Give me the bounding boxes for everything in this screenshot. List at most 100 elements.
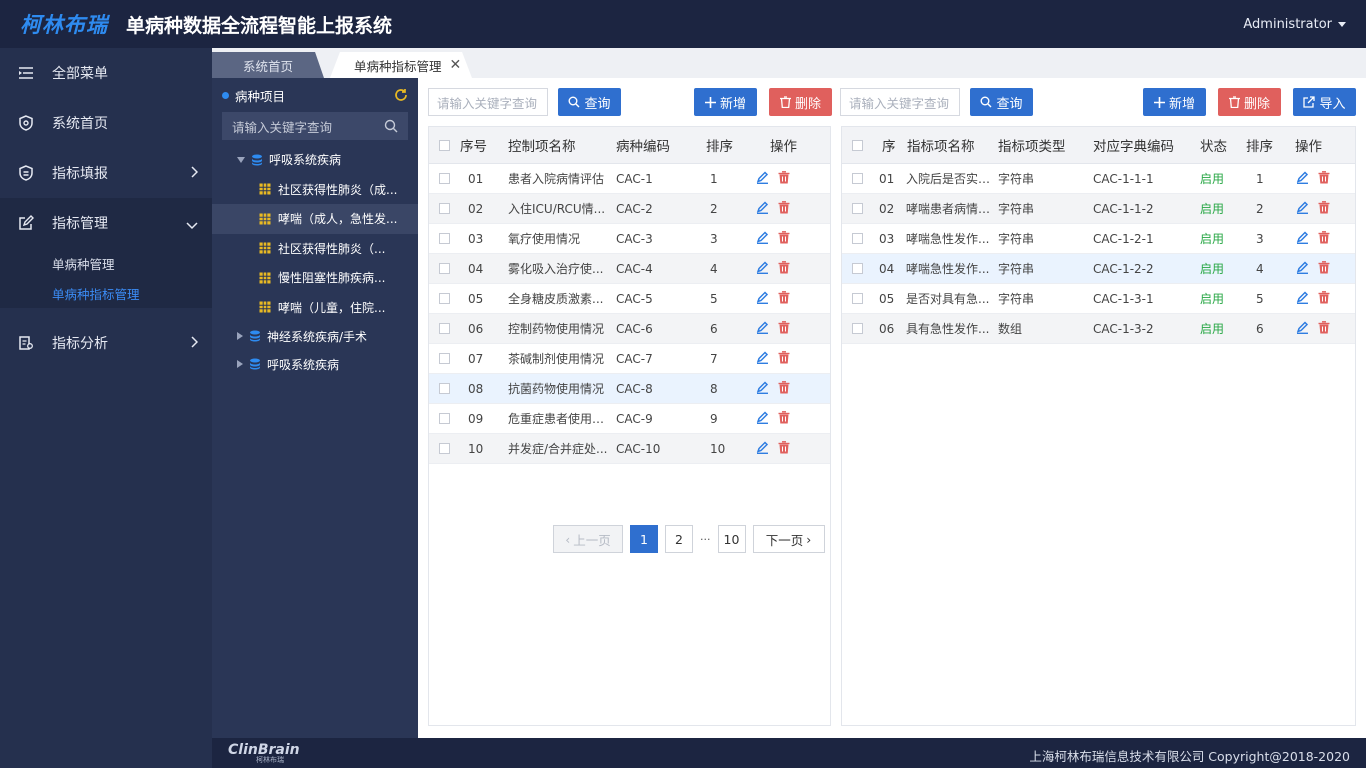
refresh-icon[interactable] bbox=[394, 88, 408, 105]
indicator-search-input[interactable]: 请输入关键字查询 bbox=[840, 88, 960, 116]
edit-icon[interactable] bbox=[1296, 320, 1309, 337]
tree-node-cap-child[interactable]: 社区获得性肺炎（... bbox=[212, 234, 418, 264]
delete-icon[interactable] bbox=[1318, 320, 1330, 337]
indicator-delete-button[interactable]: 删除 bbox=[1218, 88, 1281, 116]
caret-right-icon[interactable] bbox=[237, 332, 243, 340]
tree-node-asthma-adult[interactable]: 哮喘（成人，急性发... bbox=[212, 204, 418, 234]
edit-icon[interactable] bbox=[1296, 200, 1309, 217]
delete-icon[interactable] bbox=[778, 350, 790, 367]
tree-node-respiratory[interactable]: 呼吸系统疾病 bbox=[212, 145, 418, 175]
delete-icon[interactable] bbox=[778, 440, 790, 457]
delete-icon[interactable] bbox=[778, 200, 790, 217]
delete-icon[interactable] bbox=[778, 170, 790, 187]
indicator-import-button[interactable]: 导入 bbox=[1293, 88, 1356, 116]
edit-icon[interactable] bbox=[756, 260, 769, 277]
table-row[interactable]: 10 并发症/合并症处... CAC-10 10 bbox=[429, 434, 830, 464]
table-row[interactable]: 01 患者入院病情评估 CAC-1 1 bbox=[429, 164, 830, 194]
table-row[interactable]: 01 入院后是否实施... 字符串 CAC-1-1-1 启用 1 bbox=[842, 164, 1355, 194]
row-checkbox[interactable] bbox=[852, 233, 863, 244]
table-row[interactable]: 03 哮喘急性发作... 字符串 CAC-1-2-1 启用 3 bbox=[842, 224, 1355, 254]
table-row[interactable]: 06 控制药物使用情况 CAC-6 6 bbox=[429, 314, 830, 344]
table-row[interactable]: 04 雾化吸入治疗使... CAC-4 4 bbox=[429, 254, 830, 284]
control-delete-button[interactable]: 删除 bbox=[769, 88, 832, 116]
delete-icon[interactable] bbox=[1318, 200, 1330, 217]
delete-icon[interactable] bbox=[1318, 170, 1330, 187]
caret-right-icon[interactable] bbox=[237, 360, 243, 368]
row-checkbox[interactable] bbox=[439, 323, 450, 334]
row-checkbox[interactable] bbox=[439, 263, 450, 274]
row-checkbox[interactable] bbox=[852, 323, 863, 334]
table-row[interactable]: 05 全身糖皮质激素... CAC-5 5 bbox=[429, 284, 830, 314]
select-all-checkbox[interactable] bbox=[439, 139, 450, 151]
row-checkbox[interactable] bbox=[439, 233, 450, 244]
nav-item-indicator-manage[interactable]: 指标管理 bbox=[0, 198, 212, 248]
tree-node-asthma-child[interactable]: 哮喘（儿童，住院... bbox=[212, 293, 418, 323]
edit-icon[interactable] bbox=[756, 320, 769, 337]
delete-icon[interactable] bbox=[1318, 230, 1330, 247]
caret-down-icon[interactable] bbox=[237, 156, 245, 163]
nav-item-indicator-fill[interactable]: 指标填报 bbox=[0, 148, 212, 198]
edit-icon[interactable] bbox=[756, 350, 769, 367]
next-page-button[interactable]: 下一页 › bbox=[752, 525, 825, 553]
nav-sub-disease-indicator-manage[interactable]: 单病种指标管理 bbox=[0, 278, 212, 308]
row-checkbox[interactable] bbox=[852, 173, 863, 184]
table-row[interactable]: 02 哮喘患者病情严... 字符串 CAC-1-1-2 启用 2 bbox=[842, 194, 1355, 224]
table-row[interactable]: 04 哮喘急性发作... 字符串 CAC-1-2-2 启用 4 bbox=[842, 254, 1355, 284]
edit-icon[interactable] bbox=[1296, 170, 1309, 187]
tree-node-cap-adult[interactable]: 社区获得性肺炎（成... bbox=[212, 175, 418, 205]
tree-search-input[interactable]: 请输入关键字查询 bbox=[222, 112, 408, 140]
nav-item-indicator-analysis[interactable]: 指标分析 bbox=[0, 318, 212, 368]
table-row[interactable]: 03 氧疗使用情况 CAC-3 3 bbox=[429, 224, 830, 254]
control-query-button[interactable]: 查询 bbox=[558, 88, 621, 116]
table-row[interactable]: 05 是否对具有急... 字符串 CAC-1-3-1 启用 5 bbox=[842, 284, 1355, 314]
row-checkbox[interactable] bbox=[852, 293, 863, 304]
row-checkbox[interactable] bbox=[852, 203, 863, 214]
page-button[interactable]: 1 bbox=[630, 525, 658, 553]
tree-node-neuro[interactable]: 神经系统疾病/手术 bbox=[212, 322, 418, 350]
edit-icon[interactable] bbox=[1296, 230, 1309, 247]
delete-icon[interactable] bbox=[1318, 290, 1330, 307]
search-icon[interactable] bbox=[384, 119, 398, 136]
row-checkbox[interactable] bbox=[439, 383, 450, 394]
control-search-input[interactable]: 请输入关键字查询 bbox=[428, 88, 548, 116]
delete-icon[interactable] bbox=[778, 230, 790, 247]
control-add-button[interactable]: 新增 bbox=[694, 88, 757, 116]
tab-home[interactable]: 系统首页 bbox=[212, 52, 324, 78]
delete-icon[interactable] bbox=[778, 410, 790, 427]
delete-icon[interactable] bbox=[778, 380, 790, 397]
delete-icon[interactable] bbox=[778, 320, 790, 337]
edit-icon[interactable] bbox=[1296, 290, 1309, 307]
edit-icon[interactable] bbox=[756, 170, 769, 187]
prev-page-button[interactable]: ‹ 上一页 bbox=[553, 525, 623, 553]
row-checkbox[interactable] bbox=[439, 353, 450, 364]
table-row[interactable]: 06 具有急性发作... 数组 CAC-1-3-2 启用 6 bbox=[842, 314, 1355, 344]
edit-icon[interactable] bbox=[756, 200, 769, 217]
page-button[interactable]: 10 bbox=[717, 525, 746, 553]
edit-icon[interactable] bbox=[756, 230, 769, 247]
tree-node-respiratory-2[interactable]: 呼吸系统疾病 bbox=[212, 350, 418, 378]
indicator-add-button[interactable]: 新增 bbox=[1143, 88, 1206, 116]
row-checkbox[interactable] bbox=[439, 203, 450, 214]
row-checkbox[interactable] bbox=[439, 173, 450, 184]
edit-icon[interactable] bbox=[1296, 260, 1309, 277]
table-row[interactable]: 08 抗菌药物使用情况 CAC-8 8 bbox=[429, 374, 830, 404]
close-icon[interactable]: ✕ bbox=[450, 57, 462, 73]
table-row[interactable]: 09 危重症患者使用机... CAC-9 9 bbox=[429, 404, 830, 434]
edit-icon[interactable] bbox=[756, 440, 769, 457]
indicator-query-button[interactable]: 查询 bbox=[970, 88, 1033, 116]
user-menu[interactable]: Administrator bbox=[1243, 0, 1346, 48]
delete-icon[interactable] bbox=[778, 260, 790, 277]
nav-item-all-menu[interactable]: 全部菜单 bbox=[0, 48, 212, 98]
edit-icon[interactable] bbox=[756, 410, 769, 427]
row-checkbox[interactable] bbox=[439, 413, 450, 424]
edit-icon[interactable] bbox=[756, 380, 769, 397]
row-checkbox[interactable] bbox=[439, 293, 450, 304]
delete-icon[interactable] bbox=[1318, 260, 1330, 277]
row-checkbox[interactable] bbox=[852, 263, 863, 274]
nav-item-home[interactable]: 系统首页 bbox=[0, 98, 212, 148]
select-all-checkbox[interactable] bbox=[852, 139, 863, 151]
page-button[interactable]: 2 bbox=[665, 525, 693, 553]
delete-icon[interactable] bbox=[778, 290, 790, 307]
tab-disease-indicator-manage[interactable]: 单病种指标管理 ✕ bbox=[330, 52, 472, 78]
nav-sub-disease-manage[interactable]: 单病种管理 bbox=[0, 248, 212, 278]
